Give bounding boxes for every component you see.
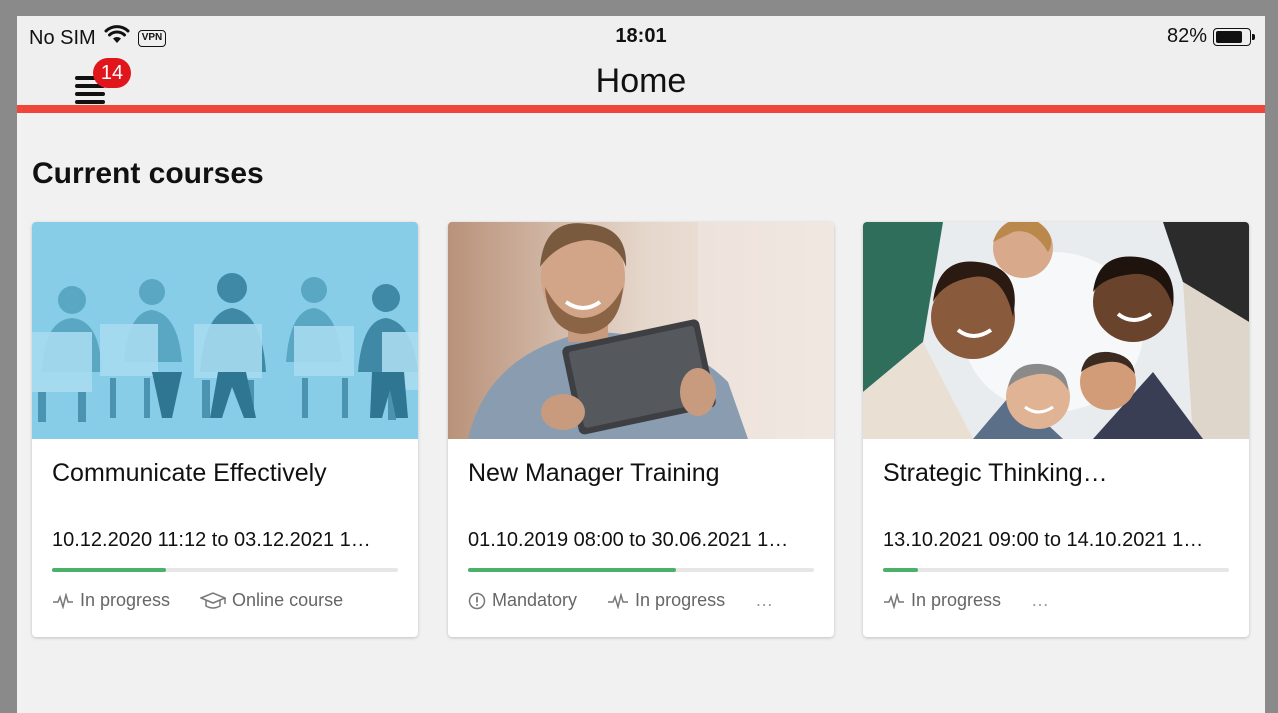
course-meta: Mandatory In progress … — [468, 590, 773, 611]
course-card[interactable]: Communicate Effectively 10.12.2020 11:12… — [32, 222, 418, 637]
course-title: Strategic Thinking… — [883, 459, 1108, 487]
course-title: Communicate Effectively — [52, 459, 327, 487]
progress-bar — [883, 568, 1229, 572]
status-bar: No SIM VPN 18:01 82% — [17, 16, 1265, 56]
device-screen: No SIM VPN 18:01 82% 14 Home Current cou… — [17, 16, 1265, 713]
course-image — [448, 222, 834, 439]
course-dates: 13.10.2021 09:00 to 14.10.2021 1… — [883, 529, 1204, 551]
course-title: New Manager Training — [468, 459, 720, 487]
type-tag-label: Online course — [232, 590, 344, 610]
status-tag: In progress — [883, 590, 1001, 611]
more-tags[interactable]: … — [755, 590, 773, 611]
course-card[interactable]: Strategic Thinking… 13.10.2021 09:00 to … — [863, 222, 1249, 637]
progress-bar — [52, 568, 398, 572]
navigation-bar: 14 Home — [17, 56, 1265, 113]
activity-pulse-icon — [52, 592, 74, 609]
status-tag-label: In progress — [635, 590, 726, 610]
activity-pulse-icon — [883, 592, 905, 609]
mandatory-tag-label: Mandatory — [492, 590, 578, 610]
course-image — [32, 222, 418, 439]
activity-pulse-icon — [607, 592, 629, 609]
progress-bar — [468, 568, 814, 572]
type-tag: Online course — [200, 590, 343, 611]
course-dates: 01.10.2019 08:00 to 30.06.2021 1… — [468, 529, 789, 551]
more-tags[interactable]: … — [1031, 590, 1049, 611]
mandatory-tag: Mandatory — [468, 590, 577, 611]
status-tag: In progress — [52, 590, 170, 611]
progress-fill — [52, 568, 167, 572]
progress-fill — [883, 568, 918, 572]
graduation-cap-icon — [200, 591, 227, 610]
course-image — [863, 222, 1249, 439]
page-title: Home — [595, 62, 687, 100]
battery-fill — [1216, 30, 1243, 43]
battery-icon — [1213, 27, 1255, 46]
course-dates: 10.12.2020 11:12 to 03.12.2021 1… — [52, 529, 371, 551]
exclamation-circle-icon — [468, 592, 486, 610]
course-meta: In progress … — [883, 590, 1049, 611]
status-tag-label: In progress — [80, 590, 171, 610]
course-card[interactable]: New Manager Training 01.10.2019 08:00 to… — [448, 222, 834, 637]
progress-fill — [468, 568, 676, 572]
status-time: 18:01 — [615, 25, 667, 47]
status-right: 82% — [1166, 25, 1255, 48]
course-meta: In progress Online course — [52, 590, 343, 611]
status-tag: In progress — [607, 590, 725, 611]
battery-percent: 82% — [1166, 25, 1207, 47]
status-tag-label: In progress — [911, 590, 1002, 610]
section-title: Current courses — [32, 157, 264, 190]
